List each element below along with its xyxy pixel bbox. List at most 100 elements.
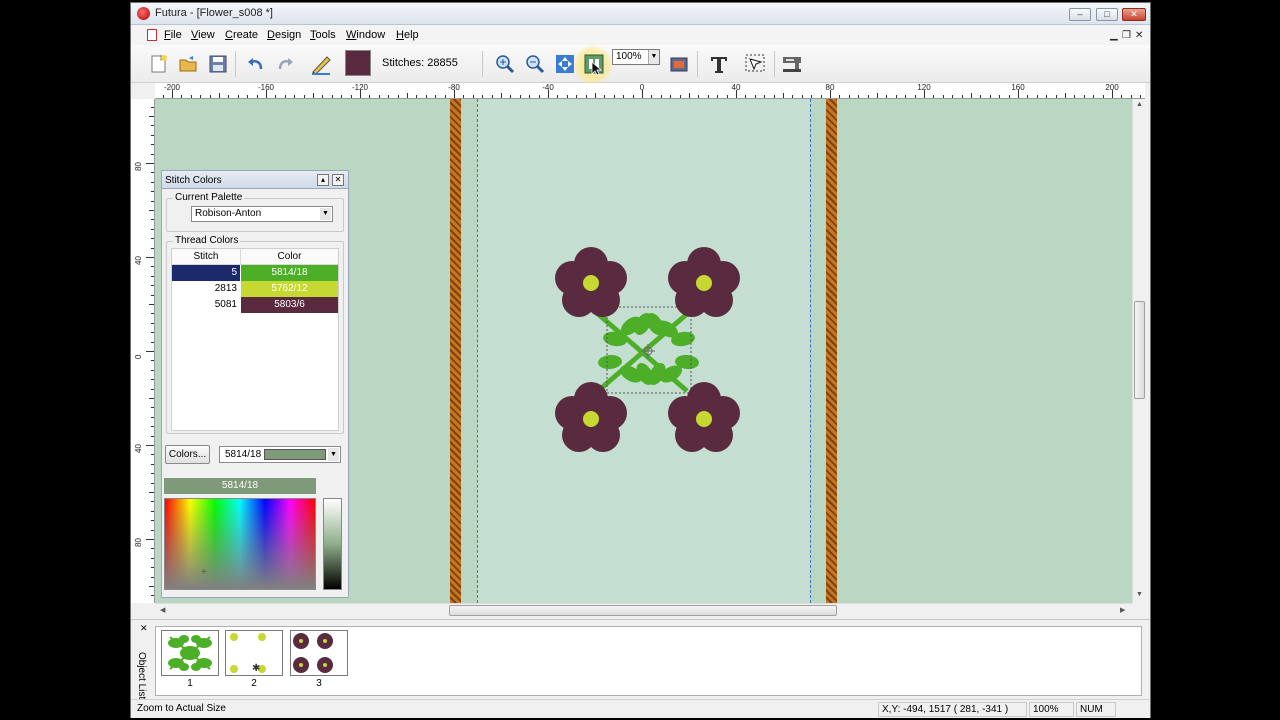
ruler-tick: [146, 351, 154, 352]
ruler-tick: [151, 275, 154, 277]
ruler-tick: [435, 95, 437, 98]
ruler-tick: [151, 388, 154, 390]
column-header-stitch[interactable]: Stitch: [172, 249, 241, 265]
ruler-tick: [341, 95, 343, 98]
horizontal-scrollbar[interactable]: ◀ ▶: [155, 603, 1132, 616]
thread-color-swatch: [264, 449, 326, 460]
table-row[interactable]: 2813 5762/12: [172, 281, 338, 297]
ruler-tick: [151, 313, 154, 315]
scroll-right-arrow-icon[interactable]: ▶: [1120, 606, 1125, 614]
colors-button[interactable]: Colors...: [165, 445, 210, 464]
zoom-in-icon[interactable]: [494, 53, 516, 75]
object-thumbnail-2[interactable]: ✱: [225, 630, 283, 676]
save-icon[interactable]: [207, 53, 229, 75]
mdi-close-button[interactable]: ✕: [1135, 30, 1143, 41]
ruler-tick: [623, 95, 625, 98]
ruler-tick: [247, 95, 249, 98]
stitch-simulator-icon[interactable]: [668, 53, 690, 75]
menu-file[interactable]: File: [164, 29, 182, 41]
mdi-restore-button[interactable]: ❐: [1122, 30, 1131, 41]
object-thumbnail-1[interactable]: [161, 630, 219, 676]
ruler-tick: [151, 153, 154, 155]
scroll-up-arrow-icon[interactable]: ▲: [1136, 101, 1143, 108]
ruler-tick: [200, 95, 202, 98]
main-toolbar: Stitches: 28855 100% ▼: [131, 45, 1150, 85]
table-row[interactable]: 5081 5803/6: [172, 297, 338, 313]
stitch-colors-title-bar[interactable]: Stitch Colors ▴ ✕: [162, 171, 348, 189]
palette-select[interactable]: Robison-Anton ▼: [191, 206, 333, 222]
window-title: Futura - [Flower_s008 *]: [155, 7, 273, 19]
thread-color-select[interactable]: 5814/18 ▼: [219, 446, 341, 463]
ruler-tick: [378, 95, 380, 98]
toolbar-separator: [482, 51, 483, 77]
title-bar[interactable]: Futura - [Flower_s008 *] – □ ✕: [131, 3, 1150, 25]
ruler-tick: [472, 95, 474, 98]
document-icon[interactable]: [147, 29, 157, 41]
menu-view[interactable]: View: [191, 29, 215, 41]
ruler-tick: [942, 95, 944, 98]
zoom-actual-size-icon[interactable]: [583, 53, 605, 75]
ruler-tick: [331, 95, 333, 98]
mdi-minimize-button[interactable]: ▁: [1110, 30, 1118, 41]
selected-color-bar: 5814/18: [164, 478, 316, 494]
text-icon[interactable]: [708, 53, 730, 75]
new-file-icon[interactable]: [148, 53, 170, 75]
ruler-tick: [595, 93, 596, 98]
menu-design[interactable]: Design: [267, 29, 301, 41]
close-button[interactable]: ✕: [1122, 8, 1146, 21]
ruler-tick: [557, 95, 559, 98]
scroll-down-arrow-icon[interactable]: ▼: [1136, 591, 1143, 598]
menu-tools[interactable]: Tools: [310, 29, 336, 41]
ruler-tick: [151, 332, 154, 334]
object-list-close-icon[interactable]: ✕: [140, 623, 148, 634]
ruler-tick: [151, 172, 154, 174]
ruler-tick: [1065, 93, 1066, 98]
open-folder-icon[interactable]: [177, 53, 199, 75]
pen-icon[interactable]: [310, 53, 332, 75]
menu-help[interactable]: Help: [396, 29, 419, 41]
panel-pin-icon[interactable]: ▴: [317, 174, 329, 186]
column-header-color[interactable]: Color: [241, 249, 338, 265]
zoom-out-icon[interactable]: [524, 53, 546, 75]
object-number-1: 1: [187, 678, 193, 689]
undo-icon[interactable]: [245, 53, 267, 75]
ruler-tick: [151, 181, 154, 183]
chevron-down-icon: ▼: [320, 208, 331, 220]
palette-select-value: Robison-Anton: [195, 208, 262, 219]
ruler-tick: [1121, 95, 1123, 98]
select-icon[interactable]: [744, 53, 766, 75]
color-spectrum-picker[interactable]: +: [164, 498, 316, 590]
zoom-level-select[interactable]: 100% ▼: [612, 49, 660, 65]
ruler-tick: [1140, 95, 1142, 98]
scroll-left-arrow-icon[interactable]: ◀: [160, 606, 165, 614]
ruler-tick: [151, 219, 154, 221]
ruler-tick: [151, 125, 154, 127]
table-row[interactable]: 5 5814/18: [172, 265, 338, 281]
redo-icon[interactable]: [274, 53, 296, 75]
ruler-tick: [149, 116, 154, 117]
ruler-tick: [1036, 95, 1038, 98]
ruler-tick: [519, 95, 521, 98]
chevron-down-icon: ▼: [648, 50, 659, 64]
horizontal-scroll-thumb[interactable]: [449, 605, 837, 616]
embroidery-machine-icon[interactable]: [781, 53, 803, 75]
panel-close-icon[interactable]: ✕: [332, 174, 344, 186]
ruler-tick: [146, 163, 154, 164]
svg-text:✱: ✱: [252, 663, 260, 674]
current-color-swatch[interactable]: [345, 50, 371, 76]
ruler-tick: [783, 93, 784, 98]
ruler-tick: [151, 144, 154, 146]
vertical-scroll-thumb[interactable]: [1134, 301, 1145, 399]
vertical-scrollbar[interactable]: ▲ ▼: [1132, 99, 1145, 603]
ruler-tick: [151, 134, 154, 136]
minimize-button[interactable]: –: [1069, 8, 1091, 21]
ruler-tick: [792, 95, 794, 98]
ruler-tick: [707, 95, 709, 98]
menu-window[interactable]: Window: [346, 29, 385, 41]
ruler-tick: [820, 95, 822, 98]
maximize-button[interactable]: □: [1096, 8, 1118, 21]
object-thumbnail-3[interactable]: [290, 630, 348, 676]
ruler-tick: [632, 95, 634, 98]
luminance-slider[interactable]: [323, 498, 342, 590]
menu-create[interactable]: Create: [225, 29, 258, 41]
